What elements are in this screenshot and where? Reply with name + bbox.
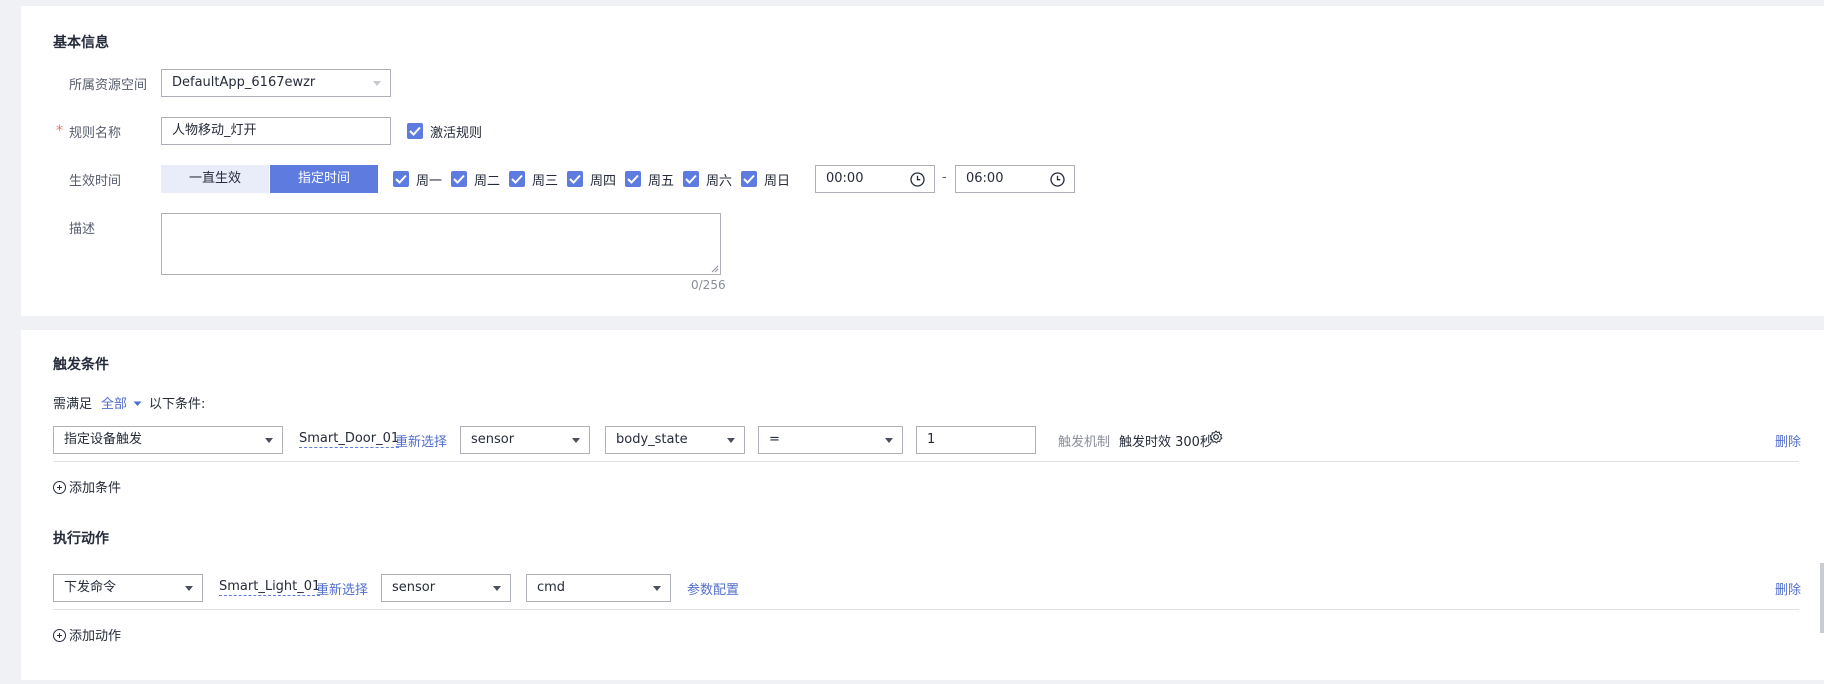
day-checkbox-mon[interactable] [393, 171, 409, 187]
caret-down-icon [373, 81, 381, 86]
caret-down-icon [133, 401, 142, 406]
day-label-fri: 周五 [648, 174, 675, 189]
checkmark-icon [511, 174, 523, 184]
day-label-sun: 周日 [764, 174, 791, 189]
action-divider [53, 609, 1799, 610]
resource-space-value: DefaultApp_6167ewzr [172, 75, 316, 90]
trigger-reselect-link[interactable]: 重新选择 [395, 431, 447, 450]
activate-rule-checkbox[interactable] [407, 123, 423, 139]
action-service-select[interactable]: sensor [381, 574, 511, 602]
day-checkbox-fri[interactable] [625, 171, 641, 187]
caret-down-icon [653, 586, 661, 591]
param-config-link[interactable]: 参数配置 [687, 579, 739, 598]
resource-space-label: 所属资源空间 [69, 78, 148, 93]
trigger-operator-select[interactable]: = [758, 426, 903, 454]
day-checkbox-sat[interactable] [683, 171, 699, 187]
scrollbar-thumb[interactable] [1820, 563, 1824, 633]
checkmark-icon [627, 174, 639, 184]
action-service-value: sensor [392, 580, 436, 595]
day-label-tue: 周二 [474, 174, 501, 189]
clock-icon [910, 172, 925, 187]
trigger-device-name[interactable]: Smart_Door_01 [299, 431, 400, 448]
day-label-sat: 周六 [706, 174, 733, 189]
description-textarea[interactable] [161, 213, 721, 275]
action-delete-link[interactable]: 删除 [1775, 579, 1801, 598]
day-checkbox-tue[interactable] [451, 171, 467, 187]
basic-info-title: 基本信息 [53, 35, 109, 51]
action-type-select[interactable]: 下发命令 [53, 574, 203, 602]
trigger-type-value: 指定设备触发 [64, 432, 143, 447]
add-action-label: 添加动作 [69, 629, 122, 644]
trigger-delete-link[interactable]: 删除 [1775, 431, 1801, 450]
start-time-input[interactable]: 00:00 [815, 165, 935, 193]
specified-time-button[interactable]: 指定时间 [270, 165, 378, 193]
day-label-thu: 周四 [590, 174, 617, 189]
rule-name-input[interactable]: 人物移动_灯开 [161, 117, 391, 145]
day-checkbox-wed[interactable] [509, 171, 525, 187]
action-reselect-link[interactable]: 重新选择 [316, 579, 368, 598]
checkmark-icon [743, 174, 755, 184]
description-counter: 0/256 [691, 278, 726, 292]
trigger-property-value: body_state [616, 432, 688, 447]
condition-mode-value: 全部 [101, 397, 128, 412]
effective-time-label: 生效时间 [69, 174, 122, 189]
end-time-input[interactable]: 06:00 [955, 165, 1075, 193]
trigger-operator-value: = [769, 432, 780, 447]
caret-down-icon [727, 438, 735, 443]
rule-logic-card: 触发条件 需满足 全部 以下条件: 指定设备触发 Smart_Door_01 重… [21, 330, 1824, 680]
trigger-type-select[interactable]: 指定设备触发 [53, 426, 283, 454]
always-effective-button[interactable]: 一直生效 [161, 165, 269, 193]
basic-info-card: 基本信息 所属资源空间 DefaultApp_6167ewzr * 规则名称 人… [21, 6, 1824, 316]
activate-rule-label: 激活规则 [430, 126, 483, 141]
caret-down-icon [493, 586, 501, 591]
action-device-name[interactable]: Smart_Light_01 [219, 579, 321, 596]
clock-icon [1050, 172, 1065, 187]
action-command-value: cmd [537, 580, 566, 595]
action-title: 执行动作 [53, 531, 109, 547]
day-label-mon: 周一 [416, 174, 443, 189]
day-checkbox-sun[interactable] [741, 171, 757, 187]
required-asterisk: * [56, 123, 63, 139]
day-label-wed: 周三 [532, 174, 559, 189]
trigger-property-select[interactable]: body_state [605, 426, 745, 454]
rule-name-value: 人物移动_灯开 [172, 123, 257, 138]
conditions-suffix: 以下条件: [149, 397, 206, 412]
gear-icon[interactable] [1209, 430, 1223, 444]
plus-circle-icon [53, 629, 66, 642]
trigger-service-select[interactable]: sensor [460, 426, 590, 454]
action-command-select[interactable]: cmd [526, 574, 671, 602]
checkmark-icon [395, 174, 407, 184]
caret-down-icon [885, 438, 893, 443]
condition-mode-dropdown[interactable]: 全部 [101, 393, 142, 412]
time-separator: - [942, 170, 947, 185]
checkmark-icon [453, 174, 465, 184]
end-time-value: 06:00 [966, 171, 1004, 186]
checkmark-icon [409, 126, 421, 136]
action-type-value: 下发命令 [64, 580, 117, 595]
trigger-divider [53, 461, 1799, 462]
day-checkbox-thu[interactable] [567, 171, 583, 187]
trigger-title: 触发条件 [53, 357, 109, 373]
caret-down-icon [185, 586, 193, 591]
trigger-mechanism-label: 触发机制 [1058, 435, 1111, 450]
caret-down-icon [265, 438, 273, 443]
add-condition-label: 添加条件 [69, 481, 122, 496]
start-time-value: 00:00 [826, 171, 864, 186]
trigger-value-input[interactable]: 1 [916, 426, 1036, 454]
need-meet-label: 需满足 [53, 397, 93, 412]
trigger-service-value: sensor [471, 432, 515, 447]
resize-handle-icon[interactable] [711, 265, 719, 273]
rule-name-label: 规则名称 [69, 126, 122, 141]
trigger-compare-value: 1 [927, 432, 936, 447]
checkmark-icon [685, 174, 697, 184]
resource-space-select: DefaultApp_6167ewzr [161, 69, 391, 97]
trigger-mechanism-value: 触发时效 300秒 [1119, 435, 1213, 450]
description-label: 描述 [69, 222, 96, 237]
plus-circle-icon [53, 481, 66, 494]
add-action-button[interactable]: 添加动作 [53, 625, 121, 644]
checkmark-icon [569, 174, 581, 184]
add-condition-button[interactable]: 添加条件 [53, 477, 121, 496]
caret-down-icon [572, 438, 580, 443]
